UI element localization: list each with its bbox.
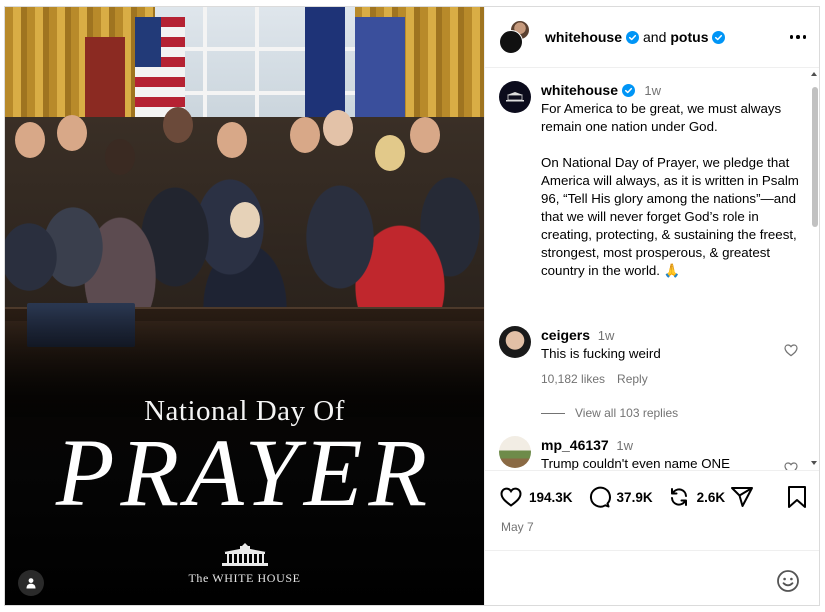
heart-icon[interactable]: [783, 460, 799, 470]
white-house-brand: The WHITE HOUSE: [188, 571, 301, 585]
post-image[interactable]: National Day Of PRAYER The WHITE HOUSE: [5, 7, 484, 605]
caption-username[interactable]: whitehouse: [541, 82, 618, 98]
comment-username[interactable]: mp_46137: [541, 437, 609, 453]
post-actions: 194.3K 37.9K 2.6K May 7: [485, 470, 819, 550]
comment-username[interactable]: ceigers: [541, 327, 590, 343]
scrollbar-thumb[interactable]: [812, 87, 818, 227]
comment-bubble-icon: [589, 486, 611, 508]
comments-count[interactable]: 37.9K: [617, 490, 653, 505]
scroll-up-icon[interactable]: [810, 70, 818, 78]
post-date[interactable]: May 7: [501, 520, 534, 534]
white-house-logo-icon: [506, 92, 524, 102]
tagged-users-button[interactable]: [18, 570, 44, 596]
repost-button[interactable]: 2.6K: [667, 485, 726, 509]
header-username-potus[interactable]: potus: [670, 29, 708, 45]
verified-badge-icon: [712, 30, 726, 44]
comment-item: mp_46137 1w Trump couldn't even name ONE: [499, 436, 799, 470]
caption-paragraph: For America to be great, we must always …: [541, 101, 785, 134]
comment-text: Trump couldn't even name ONE: [541, 456, 731, 470]
verified-badge-icon: [621, 84, 635, 97]
avatar[interactable]: [499, 436, 531, 468]
emoji-icon[interactable]: [776, 569, 800, 593]
white-house-logo-icon: [222, 543, 268, 566]
comments-scroll-area[interactable]: whitehouse 1w For America to be great, w…: [485, 68, 819, 470]
save-button[interactable]: [786, 485, 808, 514]
caption-timestamp[interactable]: 1w: [644, 83, 661, 98]
caption-paragraph: On National Day of Prayer, we pledge tha…: [541, 155, 803, 278]
bookmark-icon: [788, 486, 806, 508]
comment-likes[interactable]: 10,182 likes: [541, 370, 605, 388]
post-dialog: National Day Of PRAYER The WHITE HOUSE w…: [4, 6, 820, 606]
avatar: [499, 30, 523, 54]
likes-count[interactable]: 194.3K: [529, 490, 573, 505]
comment-text: This is fucking weird: [541, 346, 661, 361]
heart-icon[interactable]: [783, 342, 799, 358]
post-header: whitehouse and potus: [485, 7, 819, 68]
avatar[interactable]: [499, 326, 531, 358]
collab-avatars[interactable]: [499, 20, 531, 54]
reply-button[interactable]: Reply: [617, 370, 648, 388]
header-joiner: and: [643, 29, 667, 45]
poster-title: PRAYER: [55, 419, 434, 526]
user-icon: [26, 578, 36, 589]
avatar[interactable]: [499, 81, 531, 113]
view-replies-label: View all 103 replies: [575, 406, 679, 420]
paper-plane-icon: [731, 487, 753, 507]
add-comment-bar[interactable]: [485, 550, 819, 605]
scroll-down-icon[interactable]: [810, 459, 818, 467]
view-replies-button[interactable]: View all 103 replies: [541, 406, 678, 420]
comment-timestamp[interactable]: 1w: [598, 328, 615, 343]
comment-item: ceigers 1w This is fucking weird 10,182 …: [499, 326, 799, 388]
comment-button[interactable]: 37.9K: [587, 485, 653, 509]
header-username-whitehouse[interactable]: whitehouse: [545, 29, 622, 45]
comment-timestamp[interactable]: 1w: [616, 438, 633, 453]
verified-badge-icon: [626, 30, 640, 44]
like-button[interactable]: 194.3K: [499, 485, 573, 509]
repost-icon: [670, 488, 687, 506]
post-caption: whitehouse 1w For America to be great, w…: [499, 81, 799, 280]
share-button[interactable]: [730, 485, 754, 514]
heart-icon: [500, 487, 522, 507]
reposts-count[interactable]: 2.6K: [697, 490, 726, 505]
more-options-button[interactable]: [788, 29, 808, 45]
post-side-panel: whitehouse and potus whitehouse 1w For A…: [484, 7, 819, 605]
